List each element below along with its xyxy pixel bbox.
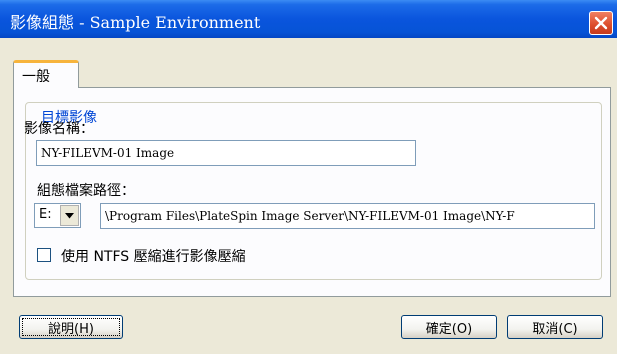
close-button[interactable] xyxy=(589,11,613,35)
drive-dropdown-button[interactable] xyxy=(60,205,79,226)
ntfs-compression-checkbox[interactable] xyxy=(37,248,51,262)
image-name-field[interactable]: NY-FILEVM-01 Image xyxy=(36,140,416,166)
title-bar[interactable]: 影像組態 - Sample Environment xyxy=(0,0,617,38)
config-path-label: 組態檔案路徑： xyxy=(37,183,135,199)
drive-select[interactable]: E: xyxy=(34,203,81,228)
ntfs-compression-label: 使用 NTFS 壓縮進行影像壓縮 xyxy=(61,249,246,265)
tab-general-label: 一般 xyxy=(22,69,50,85)
chevron-down-icon xyxy=(65,212,74,218)
tab-general[interactable]: 一般 xyxy=(13,60,79,88)
dialog-window: 影像組態 - Sample Environment 一般 目標影像 影像名稱： … xyxy=(0,0,617,354)
help-button[interactable]: 說明(H) xyxy=(19,315,123,339)
image-name-label: 影像名稱： xyxy=(24,121,94,137)
cancel-button[interactable]: 取消(C) xyxy=(507,315,603,339)
ok-button[interactable]: 確定(O) xyxy=(401,315,497,339)
config-path-field[interactable]: \Program Files\PlateSpin Image Server\NY… xyxy=(100,203,595,229)
drive-select-value: E: xyxy=(39,207,52,222)
close-icon xyxy=(594,16,608,30)
window-title: 影像組態 - Sample Environment xyxy=(10,13,261,32)
